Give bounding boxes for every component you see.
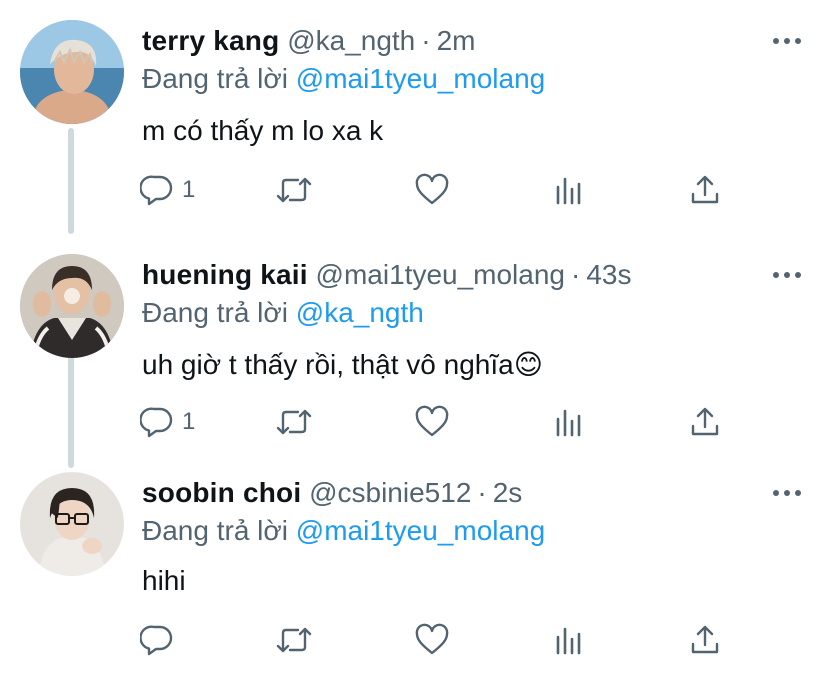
share-icon [688,405,722,439]
separator-dot: · [477,477,487,508]
more-options-icon[interactable] [770,482,804,504]
like-button[interactable] [414,170,450,210]
action-bar [0,620,828,660]
analytics-icon [552,405,586,439]
retweet-icon [274,173,314,207]
avatar[interactable] [20,472,124,576]
user-handle[interactable]: @ka_ngth [287,25,415,56]
replying-to-label: Đang trả lời [142,297,296,328]
replying-to: Đang trả lời @mai1tyeu_molang [142,62,545,96]
replying-to: Đang trả lời @mai1tyeu_molang [142,514,545,548]
more-options-icon[interactable] [770,264,804,286]
timestamp[interactable]: 43s [586,259,631,290]
replying-to-label: Đang trả lời [142,515,296,546]
share-button[interactable] [688,620,722,660]
replying-to-link[interactable]: @ka_ngth [296,297,424,328]
action-bar: 1 [0,170,828,210]
reply-count: 1 [182,176,196,203]
share-icon [688,173,722,207]
display-name[interactable]: soobin choi [142,477,301,508]
timestamp[interactable]: 2m [437,25,476,56]
share-button[interactable] [688,402,722,442]
heart-icon [414,623,450,657]
retweet-button[interactable] [274,402,314,442]
reply-icon [140,623,174,657]
user-handle[interactable]: @mai1tyeu_molang [316,259,565,290]
retweet-icon [274,623,314,657]
share-button[interactable] [688,170,722,210]
avatar[interactable] [20,20,124,124]
reply-button[interactable] [140,620,182,660]
replying-to-link[interactable]: @mai1tyeu_molang [296,63,545,94]
analytics-button[interactable] [552,620,586,660]
share-icon [688,623,722,657]
action-bar: 1 [0,402,828,442]
reply-button[interactable]: 1 [140,402,195,442]
reply-count: 1 [182,408,196,435]
replying-to-label: Đang trả lời [142,63,296,94]
heart-icon [414,405,450,439]
separator-dot: · [421,25,431,56]
reply-button[interactable]: 1 [140,170,195,210]
display-name[interactable]: terry kang [142,25,279,56]
separator-dot: · [571,259,581,290]
like-button[interactable] [414,620,450,660]
analytics-icon [552,173,586,207]
analytics-button[interactable] [552,170,586,210]
retweet-button[interactable] [274,620,314,660]
user-handle[interactable]: @csbinie512 [309,477,471,508]
tweet-text: m có thấy m lo xa k [142,115,384,146]
heart-icon [414,173,450,207]
retweet-button[interactable] [274,170,314,210]
retweet-icon [274,405,314,439]
reply-icon [140,405,174,439]
analytics-button[interactable] [552,402,586,442]
timestamp[interactable]: 2s [493,477,523,508]
tweet-text: uh giờ t thấy rồi, thật vô nghĩa😊 [142,349,543,380]
like-button[interactable] [414,402,450,442]
replying-to-link[interactable]: @mai1tyeu_molang [296,515,545,546]
tweet-text: hihi [142,565,186,596]
more-options-icon[interactable] [770,30,804,52]
analytics-icon [552,623,586,657]
avatar[interactable] [20,254,124,358]
reply-icon [140,173,174,207]
display-name[interactable]: huening kaii [142,259,308,290]
replying-to: Đang trả lời @ka_ngth [142,296,424,330]
